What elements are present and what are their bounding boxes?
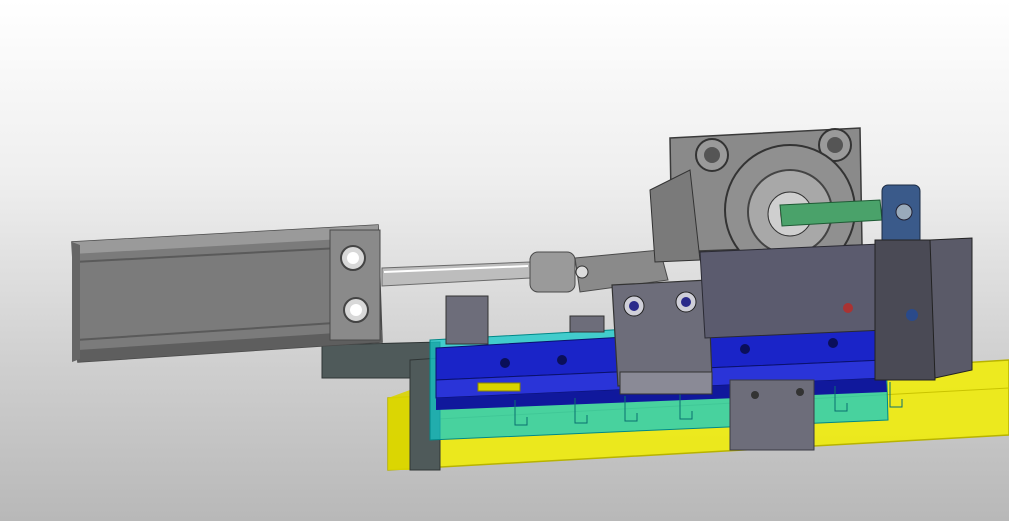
- piston-rod[interactable]: [381, 261, 531, 287]
- cad-3d-viewport[interactable]: [0, 0, 1009, 521]
- output-shaft[interactable]: [779, 199, 883, 227]
- mount-block[interactable]: [699, 243, 886, 339]
- air-cylinder[interactable]: [71, 224, 383, 363]
- support-plate[interactable]: [321, 341, 441, 471]
- support-bracket[interactable]: [611, 279, 713, 395]
- valve-block[interactable]: [874, 184, 973, 381]
- guide-block[interactable]: [729, 379, 815, 451]
- cad-assembly-model[interactable]: [0, 0, 1009, 521]
